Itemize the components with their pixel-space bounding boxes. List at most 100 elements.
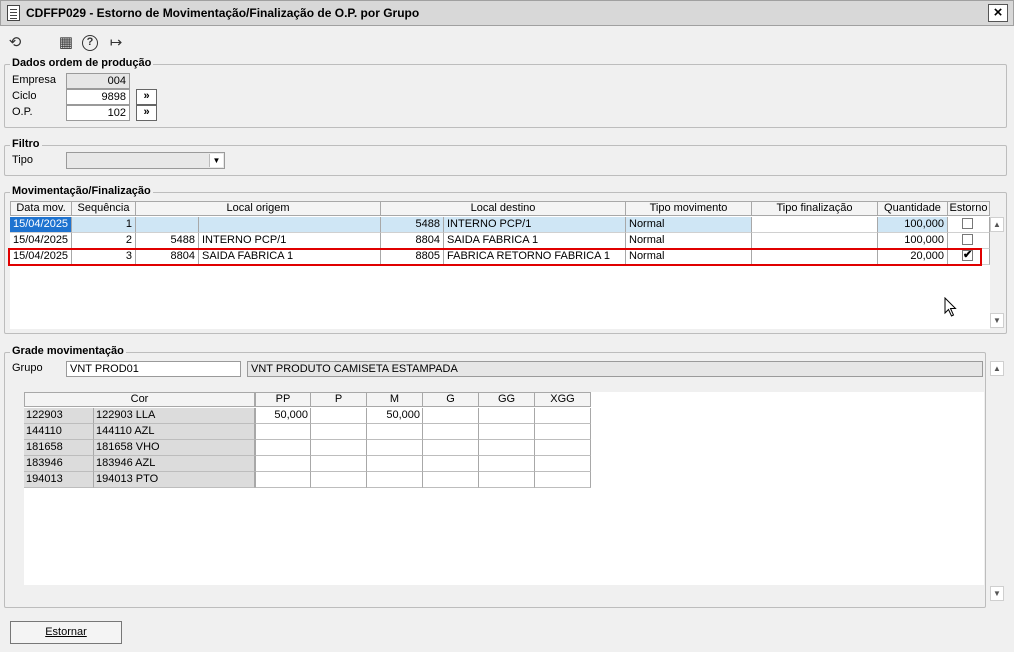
cell-pp[interactable] (255, 456, 311, 472)
cell-xgg[interactable] (535, 472, 591, 488)
cell-m[interactable] (367, 456, 423, 472)
col-header-pp[interactable]: PP (255, 392, 311, 407)
cell-tipo-movimento[interactable]: Normal (626, 233, 752, 249)
cell-gg[interactable] (479, 456, 535, 472)
cell-xgg[interactable] (535, 408, 591, 424)
cell-destino-codigo[interactable]: 8805 (381, 249, 444, 265)
estorno-checkbox[interactable] (962, 234, 973, 245)
cell-quantidade[interactable]: 20,000 (878, 249, 948, 265)
cell-g[interactable] (423, 440, 479, 456)
cell-xgg[interactable] (535, 424, 591, 440)
col-header-g[interactable]: G (423, 392, 479, 407)
cell-g[interactable] (423, 408, 479, 424)
estornar-button[interactable]: Estornar (10, 621, 122, 644)
cell-p[interactable] (311, 456, 367, 472)
cell-m[interactable] (367, 472, 423, 488)
cell-g[interactable] (423, 424, 479, 440)
estorno-checkbox[interactable] (962, 218, 973, 229)
cell-destino-descricao[interactable]: SAIDA FABRICA 1 (444, 233, 626, 249)
cell-sequencia[interactable]: 2 (72, 233, 136, 249)
cell-destino-descricao[interactable]: INTERNO PCP/1 (444, 217, 626, 233)
calendar-icon[interactable]: ▦ (57, 34, 75, 52)
cell-origem-descricao[interactable]: INTERNO PCP/1 (199, 233, 381, 249)
col-header-quantidade[interactable]: Quantidade (878, 201, 948, 216)
cell-estorno[interactable] (948, 217, 990, 233)
col-header-gg[interactable]: GG (479, 392, 535, 407)
close-button[interactable]: × (988, 4, 1008, 22)
cell-pp[interactable]: 50,000 (255, 408, 311, 424)
cell-sequencia[interactable]: 1 (72, 217, 136, 233)
cell-data[interactable]: 15/04/2025 (10, 233, 72, 249)
ciclo-field[interactable]: 9898 (66, 89, 130, 105)
cell-g[interactable] (423, 456, 479, 472)
cell-origem-codigo[interactable]: 8804 (136, 249, 199, 265)
cell-destino-codigo[interactable]: 8804 (381, 233, 444, 249)
cell-estorno[interactable]: ✔ (948, 249, 990, 265)
exit-icon[interactable]: ↦ (107, 34, 125, 52)
op-lookup-button[interactable]: » (136, 105, 157, 121)
cell-origem-descricao[interactable]: SAIDA FABRICA 1 (199, 249, 381, 265)
movimentacao-scrollbar[interactable]: ▲ ▼ (990, 217, 1004, 329)
cell-xgg[interactable] (535, 456, 591, 472)
cell-gg[interactable] (479, 440, 535, 456)
cell-m[interactable] (367, 424, 423, 440)
col-header-origem[interactable]: Local origem (136, 201, 381, 216)
cell-pp[interactable] (255, 424, 311, 440)
col-header-cor[interactable]: Cor (24, 392, 255, 407)
scroll-down-icon[interactable]: ▼ (990, 313, 1004, 328)
col-header-xgg[interactable]: XGG (535, 392, 591, 407)
grupo-field[interactable]: VNT PROD01 (66, 361, 241, 377)
cell-quantidade[interactable]: 100,000 (878, 233, 948, 249)
cell-p[interactable] (311, 408, 367, 424)
col-header-tipo-finalizacao[interactable]: Tipo finalização (752, 201, 878, 216)
cell-xgg[interactable] (535, 440, 591, 456)
cell-tipo-movimento[interactable]: Normal (626, 249, 752, 265)
cell-origem-descricao[interactable] (199, 217, 381, 233)
undo-icon[interactable]: ⟲ (6, 34, 24, 52)
cell-p[interactable] (311, 472, 367, 488)
help-icon[interactable]: ? (82, 35, 98, 51)
ciclo-lookup-button[interactable]: » (136, 89, 157, 105)
cell-data[interactable]: 15/04/2025 (10, 249, 72, 265)
col-header-destino[interactable]: Local destino (381, 201, 626, 216)
grade-legend: Grade movimentação (10, 345, 126, 357)
op-field[interactable]: 102 (66, 105, 130, 121)
col-header-estorno[interactable]: Estorno (948, 201, 990, 216)
cell-quantidade[interactable]: 100,000 (878, 217, 948, 233)
cell-m[interactable]: 50,000 (367, 408, 423, 424)
cell-origem-codigo[interactable]: 5488 (136, 233, 199, 249)
cell-tipo-movimento[interactable]: Normal (626, 217, 752, 233)
tipo-select[interactable]: ▼ (66, 152, 225, 169)
scroll-down-icon[interactable]: ▼ (990, 586, 1004, 601)
cell-sequencia[interactable]: 3 (72, 249, 136, 265)
scroll-up-icon[interactable]: ▲ (990, 217, 1004, 232)
cell-gg[interactable] (479, 424, 535, 440)
cell-tipo-finalizacao[interactable] (752, 249, 878, 265)
cell-tipo-finalizacao[interactable] (752, 217, 878, 233)
cell-gg[interactable] (479, 408, 535, 424)
cell-data[interactable]: 15/04/2025 (10, 217, 72, 233)
estorno-checkbox[interactable]: ✔ (962, 250, 973, 261)
col-header-sequencia[interactable]: Sequência (72, 201, 136, 216)
cell-m[interactable] (367, 440, 423, 456)
cell-tipo-finalizacao[interactable] (752, 233, 878, 249)
cell-gg[interactable] (479, 472, 535, 488)
col-header-data[interactable]: Data mov. (10, 201, 72, 216)
chevron-down-icon[interactable]: ▼ (209, 154, 223, 167)
cell-pp[interactable] (255, 440, 311, 456)
cell-p[interactable] (311, 440, 367, 456)
scroll-up-icon[interactable]: ▲ (990, 361, 1004, 376)
col-header-p[interactable]: P (311, 392, 367, 407)
cell-origem-codigo[interactable] (136, 217, 199, 233)
col-header-m[interactable]: M (367, 392, 423, 407)
cell-destino-codigo[interactable]: 5488 (381, 217, 444, 233)
col-header-tipo-movimento[interactable]: Tipo movimento (626, 201, 752, 216)
cell-cor-codigo: 144110 (24, 424, 94, 440)
estornar-button-label: Estornar (45, 626, 87, 638)
cell-destino-descricao[interactable]: FABRICA RETORNO FABRICA 1 (444, 249, 626, 265)
cell-p[interactable] (311, 424, 367, 440)
cell-estorno[interactable] (948, 233, 990, 249)
cell-g[interactable] (423, 472, 479, 488)
cell-pp[interactable] (255, 472, 311, 488)
grade-scrollbar[interactable]: ▲ ▼ (990, 361, 1004, 602)
